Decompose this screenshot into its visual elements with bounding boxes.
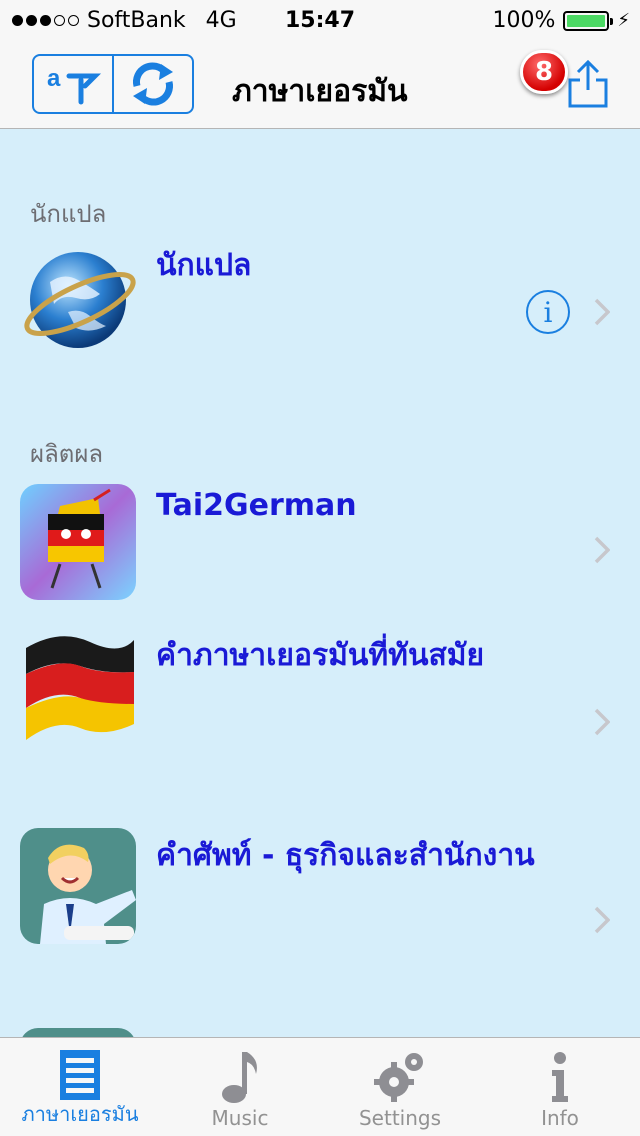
tab-bar: ภาษาเยอรมัน Music Settings Info [0,1037,640,1136]
list-item-tai2german[interactable]: Tai2German [0,484,640,614]
gears-icon [374,1053,423,1102]
music-note-icon [222,1052,257,1103]
tab-settings[interactable]: Settings [320,1038,480,1136]
chevron-right-icon [594,298,610,326]
section-header-translator: นักแปล [30,200,107,228]
tab-label: Info [541,1106,579,1130]
row-thumbnail [20,1028,136,1037]
tab-info[interactable]: Info [480,1038,640,1136]
page-title: ภาษาเยอรมัน [232,74,408,109]
notification-badge[interactable]: 8 [520,50,568,94]
chevron-right-icon [594,708,610,736]
row-title: คำภาษาเยอรมันที่ทันสมัย [156,638,485,673]
chevron-right-icon [594,906,610,934]
list-item-partial[interactable] [0,1028,640,1037]
businessman-icon [20,828,136,944]
chevron-right-icon [594,536,610,564]
info-button[interactable]: i [526,290,570,334]
swap-languages-button[interactable] [112,56,192,112]
section-header-products: ผลิตผล [30,440,104,468]
list-item-modern-german-words[interactable]: คำภาษาเยอรมันที่ทันสมัย [0,628,640,808]
battery-icon [563,10,614,31]
translate-mode-control[interactable]: a [32,54,194,114]
status-bar: SoftBank 4G 15:47 100% ⚡ [0,0,640,40]
svg-text:a: a [47,65,61,92]
tab-german[interactable]: ภาษาเยอรมัน [0,1038,160,1136]
list-item-translator[interactable]: นักแปล i [0,236,640,366]
translate-letters-icon: a [47,65,102,105]
globe-icon [24,252,136,348]
list-item-business-vocabulary[interactable]: คำศัพท์ - ธุรกิจและสำนักงาน [0,828,640,1008]
app-mascot-icon [20,484,136,600]
tab-label: Settings [358,1106,442,1130]
info-icon [552,1052,568,1102]
navigation-bar: a ภาษาเยอรมัน 8 [0,40,640,129]
share-icon[interactable] [568,58,608,108]
tab-label: Music [211,1106,269,1130]
charging-icon: ⚡ [617,10,630,31]
row-title: คำศัพท์ - ธุรกิจและสำนักงาน [156,838,535,873]
refresh-arrows-icon [133,62,173,106]
tab-music[interactable]: Music [160,1038,320,1136]
tab-label: ภาษาเยอรมัน [21,1102,139,1126]
dictionary-mode-button[interactable]: a [34,56,112,112]
row-title: นักแปล [156,248,252,283]
battery-percent: 100% [492,8,556,33]
content-list[interactable]: นักแปล นักแปล i ผลิตผล Tai2German คำภาษา… [0,130,640,1037]
row-title: Tai2German [156,488,357,523]
german-flag-icon [26,636,134,740]
